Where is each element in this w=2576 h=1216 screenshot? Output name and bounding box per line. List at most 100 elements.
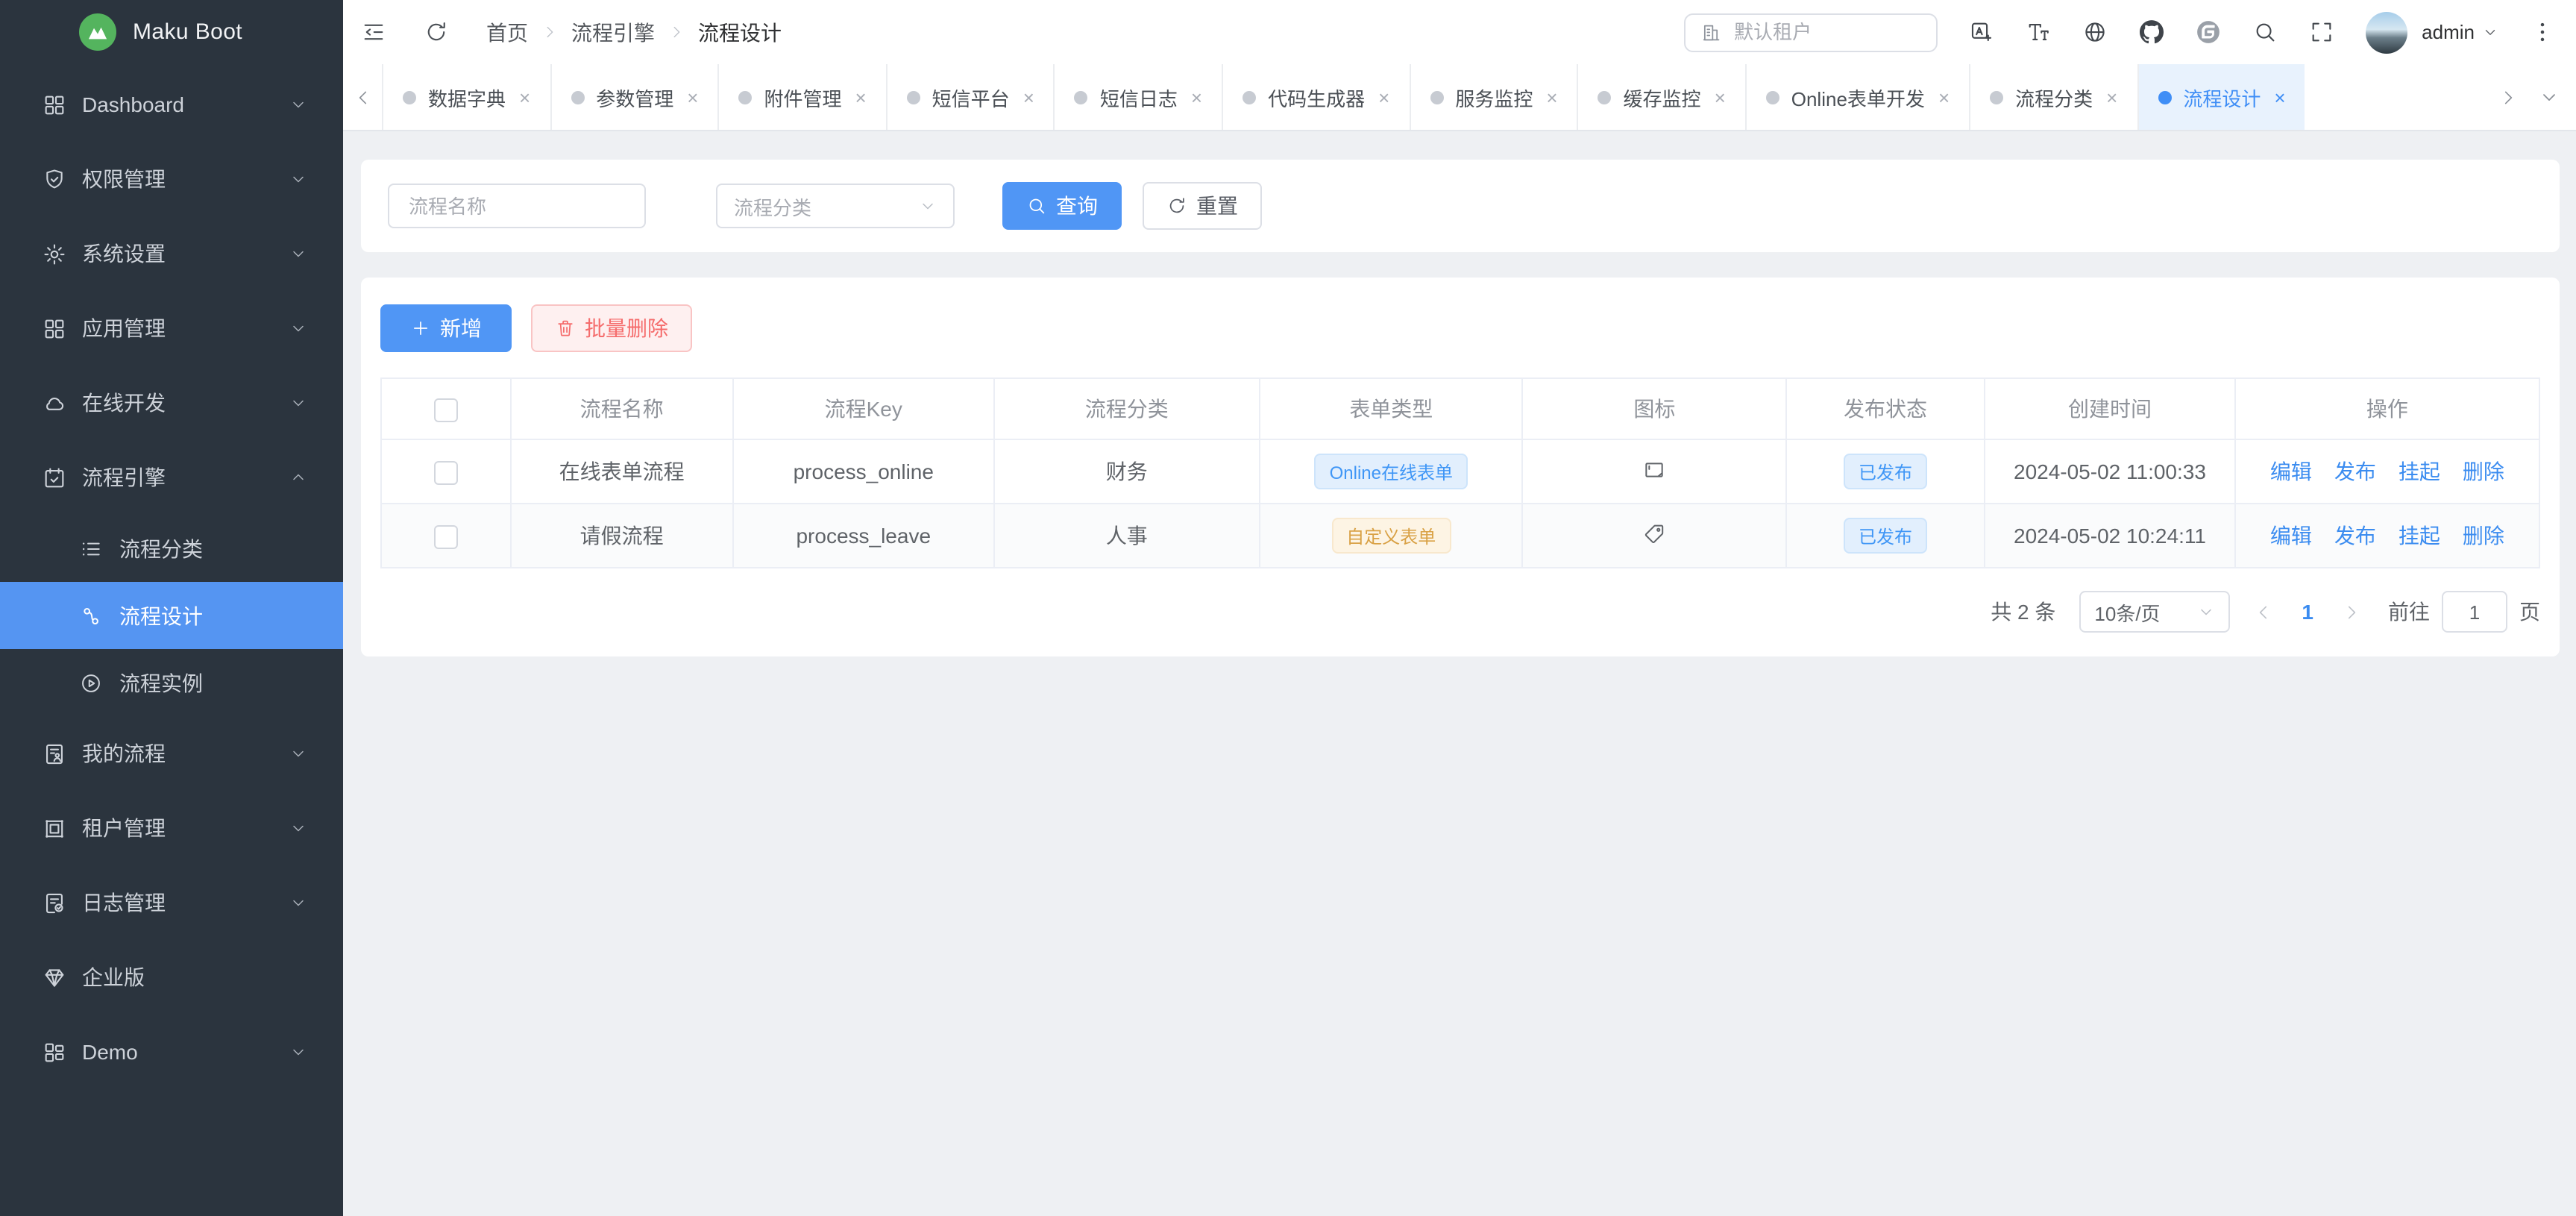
more-settings-button[interactable] [2530, 19, 2555, 45]
tab-online-form-dev[interactable]: Online表单开发× [1745, 64, 1969, 130]
tab-cache-monitor[interactable]: 缓存监控× [1577, 64, 1745, 130]
goto-page-input[interactable] [2442, 591, 2507, 633]
delete-link[interactable]: 删除 [2463, 457, 2504, 486]
reset-button-label: 重置 [1196, 191, 1238, 221]
sidebar-item-tenant-management[interactable]: 租户管理 [0, 791, 343, 865]
add-button[interactable]: 新增 [380, 304, 512, 352]
menu-fold-icon [361, 19, 386, 45]
next-page-button[interactable] [2339, 602, 2364, 621]
column-header: 流程分类 [994, 378, 1260, 439]
sidebar-item-process-engine[interactable]: 流程引擎 [0, 440, 343, 515]
tabs-bar: 数据字典× 参数管理× 附件管理× 短信平台× 短信日志× 代码生成器× 服务监… [343, 64, 2576, 131]
table-header-row: 流程名称 流程Key 流程分类 表单类型 图标 发布状态 创建时间 操作 [381, 378, 2539, 439]
close-icon[interactable]: × [1546, 87, 1557, 107]
publish-link[interactable]: 发布 [2334, 457, 2376, 486]
batch-delete-button[interactable]: 批量删除 [531, 304, 692, 352]
search-button[interactable] [2252, 19, 2277, 45]
search-button[interactable]: 查询 [1002, 182, 1122, 230]
gitee-button[interactable] [2195, 19, 2220, 45]
tab-label: 流程分类 [2015, 83, 2093, 111]
kebab-icon [2530, 19, 2555, 45]
avatar[interactable] [2365, 11, 2407, 53]
chevron-down-icon [289, 394, 307, 412]
edit-link[interactable]: 编辑 [2270, 457, 2312, 486]
close-icon[interactable]: × [1191, 87, 1202, 107]
close-icon[interactable]: × [687, 87, 698, 107]
menu-fold-button[interactable] [361, 19, 386, 45]
sidebar-item-permissions[interactable]: 权限管理 [0, 142, 343, 216]
close-icon[interactable]: × [519, 87, 530, 107]
close-icon[interactable]: × [855, 87, 866, 107]
page-number-button[interactable]: 1 [2297, 600, 2318, 624]
logo[interactable]: Maku Boot [0, 0, 343, 64]
refresh-button[interactable] [424, 19, 449, 45]
edit-link[interactable]: 编辑 [2270, 521, 2312, 551]
breadcrumb-home[interactable]: 首页 [486, 17, 528, 47]
sidebar-item-my-process[interactable]: 我的流程 [0, 716, 343, 791]
row-checkbox[interactable] [434, 524, 458, 548]
chevron-up-icon [289, 468, 307, 486]
sidebar-menu: Dashboard 权限管理 系统设置 应用管理 在线开发 [0, 64, 343, 1089]
close-icon[interactable]: × [1715, 87, 1726, 107]
chevron-down-icon [289, 245, 307, 263]
reset-button[interactable]: 重置 [1143, 182, 1262, 230]
github-button[interactable] [2138, 19, 2164, 45]
publish-link[interactable]: 发布 [2334, 521, 2376, 551]
process-category-select[interactable]: 流程分类 [716, 184, 955, 228]
row-checkbox[interactable] [434, 460, 458, 484]
sidebar-item-app-management[interactable]: 应用管理 [0, 291, 343, 366]
sidebar-item-demo[interactable]: Demo [0, 1015, 343, 1089]
close-icon[interactable]: × [2274, 87, 2285, 107]
cell-category: 财务 [994, 439, 1260, 504]
chevron-down-icon [289, 170, 307, 188]
sidebar-item-enterprise[interactable]: 企业版 [0, 940, 343, 1015]
column-header: 流程Key [733, 378, 994, 439]
close-icon[interactable]: × [1378, 87, 1389, 107]
tab-parameter-management[interactable]: 参数管理× [550, 64, 717, 130]
tabs-scroll-right-button[interactable] [2489, 87, 2525, 107]
font-size-button[interactable] [2025, 19, 2050, 45]
tab-code-generator[interactable]: 代码生成器× [1222, 64, 1409, 130]
sidebar-item-process-instance[interactable]: 流程实例 [0, 649, 343, 716]
tab-attachment-management[interactable]: 附件管理× [717, 64, 885, 130]
sidebar-item-label: 权限管理 [82, 164, 166, 194]
user-menu[interactable]: admin [2422, 21, 2498, 43]
tabs-menu-button[interactable] [2531, 87, 2567, 107]
suspend-link[interactable]: 挂起 [2398, 457, 2440, 486]
tab-sms-platform[interactable]: 短信平台× [886, 64, 1054, 130]
logo-icon [79, 13, 116, 51]
column-header: 流程名称 [511, 378, 733, 439]
tab-data-dictionary[interactable]: 数据字典× [382, 64, 550, 130]
translate-button[interactable] [1968, 19, 1994, 45]
delete-link[interactable]: 删除 [2463, 521, 2504, 551]
page-size-select[interactable]: 10条/页 [2079, 591, 2230, 633]
sidebar-item-log-management[interactable]: 日志管理 [0, 865, 343, 940]
tenant-select[interactable] [1683, 13, 1937, 51]
tab-process-design[interactable]: 流程设计× [2137, 64, 2305, 130]
tenant-search-input[interactable] [1731, 19, 1920, 45]
close-icon[interactable]: × [1023, 87, 1034, 107]
sidebar-item-process-category[interactable]: 流程分类 [0, 515, 343, 582]
process-name-input[interactable] [406, 193, 628, 219]
suspend-link[interactable]: 挂起 [2398, 521, 2440, 551]
sidebar-item-online-dev[interactable]: 在线开发 [0, 366, 343, 440]
close-icon[interactable]: × [2106, 87, 2117, 107]
cell-created: 2024-05-02 11:00:33 [1985, 439, 2235, 504]
search-button-label: 查询 [1056, 191, 1098, 221]
sidebar-item-system-settings[interactable]: 系统设置 [0, 216, 343, 291]
select-all-checkbox[interactable] [434, 398, 458, 421]
process-name-field[interactable] [388, 184, 646, 228]
language-button[interactable] [2082, 19, 2107, 45]
sidebar-item-process-design[interactable]: 流程设计 [0, 582, 343, 649]
sidebar-item-dashboard[interactable]: Dashboard [0, 67, 343, 142]
tabs-scroll-left-button[interactable] [343, 64, 382, 130]
close-icon[interactable]: × [1938, 87, 1950, 107]
form-type-tag: Online在线表单 [1315, 454, 1468, 489]
tab-service-monitor[interactable]: 服务监控× [1409, 64, 1577, 130]
tab-process-category[interactable]: 流程分类 × [1969, 64, 2137, 130]
tab-sms-log[interactable]: 短信日志× [1054, 64, 1222, 130]
search-icon [1026, 195, 1047, 216]
fullscreen-button[interactable] [2308, 19, 2334, 45]
breadcrumb-process-engine[interactable]: 流程引擎 [571, 17, 655, 47]
prev-page-button[interactable] [2251, 602, 2276, 621]
